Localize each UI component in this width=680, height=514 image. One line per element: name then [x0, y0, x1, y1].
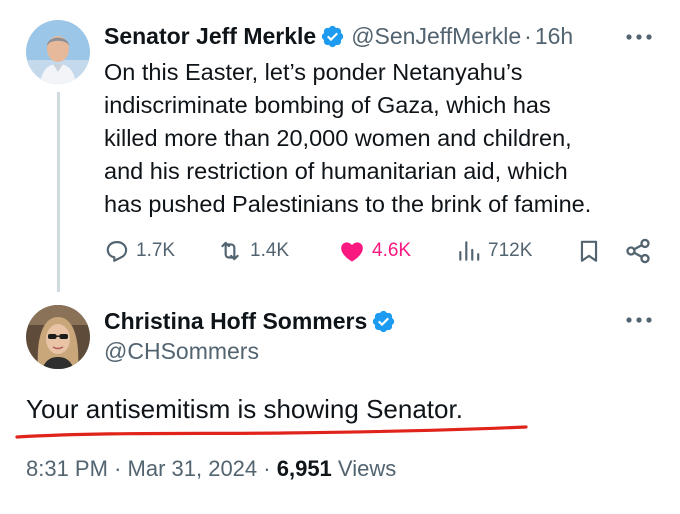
- bookmark-button[interactable]: [576, 234, 602, 268]
- separator: ·: [524, 22, 532, 49]
- reply-button[interactable]: 1.7K: [104, 234, 175, 268]
- author-name[interactable]: Senator Jeff Merkle: [104, 23, 316, 50]
- separator: ·: [263, 456, 271, 481]
- more-icon[interactable]: [624, 315, 654, 325]
- sommers-avatar[interactable]: [26, 305, 90, 369]
- merkley-avatar[interactable]: [26, 20, 90, 84]
- views-icon: [459, 241, 480, 261]
- share-icon: [626, 238, 650, 264]
- parent-tweet-text: On this Easter, let’s ponder Netanyahu’s…: [104, 56, 664, 221]
- repost-button[interactable]: 1.4K: [216, 234, 289, 268]
- reply-tweet-text: Your antisemitism is showing Senator.: [26, 394, 463, 424]
- verified-badge-icon: [322, 25, 344, 47]
- verified-badge-icon: [373, 310, 395, 332]
- tweet-text-line: indiscriminate bombing of Gaza, which ha…: [104, 92, 551, 118]
- more-icon[interactable]: [624, 32, 654, 42]
- tweet-date[interactable]: Mar 31, 2024: [128, 456, 258, 481]
- author-name[interactable]: Christina Hoff Sommers: [104, 308, 367, 335]
- repost-count: 1.4K: [250, 240, 290, 261]
- repost-icon: [221, 241, 239, 261]
- tweet-text-line: On this Easter, let’s ponder Netanyahu’s: [104, 59, 523, 85]
- views-count: 712K: [488, 240, 533, 261]
- heart-icon: [341, 242, 363, 262]
- author-handle[interactable]: @CHSommers: [104, 338, 259, 365]
- tweet-text-line: has pushed Palestinians to the brink of …: [104, 191, 592, 217]
- thread-line: [57, 92, 60, 292]
- author-handle[interactable]: @SenJeffMerkle: [351, 23, 521, 50]
- views-count: 6,951: [276, 456, 332, 481]
- like-count: 4.6K: [372, 240, 412, 261]
- reply-icon: [106, 241, 128, 262]
- reply-author-row: Christina Hoff Sommers: [104, 306, 402, 336]
- views-button[interactable]: 712K: [456, 234, 532, 268]
- like-button[interactable]: 4.6K: [338, 234, 411, 268]
- tweet-text-line: and his restriction of humanitarian aid,…: [104, 158, 568, 184]
- tweet-metadata: 8:31 PM · Mar 31, 2024 · 6,951 Views: [26, 456, 396, 482]
- bookmark-icon: [580, 240, 598, 262]
- tweet-time[interactable]: 16h: [535, 23, 573, 50]
- share-button[interactable]: [624, 234, 652, 268]
- tweet-time[interactable]: 8:31 PM: [26, 456, 108, 481]
- tweet-text-line: killed more than 20,000 women and childr…: [104, 125, 572, 151]
- red-handdrawn-underline: [15, 425, 528, 439]
- separator: ·: [114, 456, 122, 481]
- views-label: Views: [337, 456, 397, 481]
- parent-tweet-header: Senator Jeff Merkle @SenJeffMerkle · 16h: [104, 20, 664, 52]
- action-bar: 1.7K 1.4K 4.6K 712K: [104, 234, 664, 268]
- reply-count: 1.7K: [136, 240, 176, 261]
